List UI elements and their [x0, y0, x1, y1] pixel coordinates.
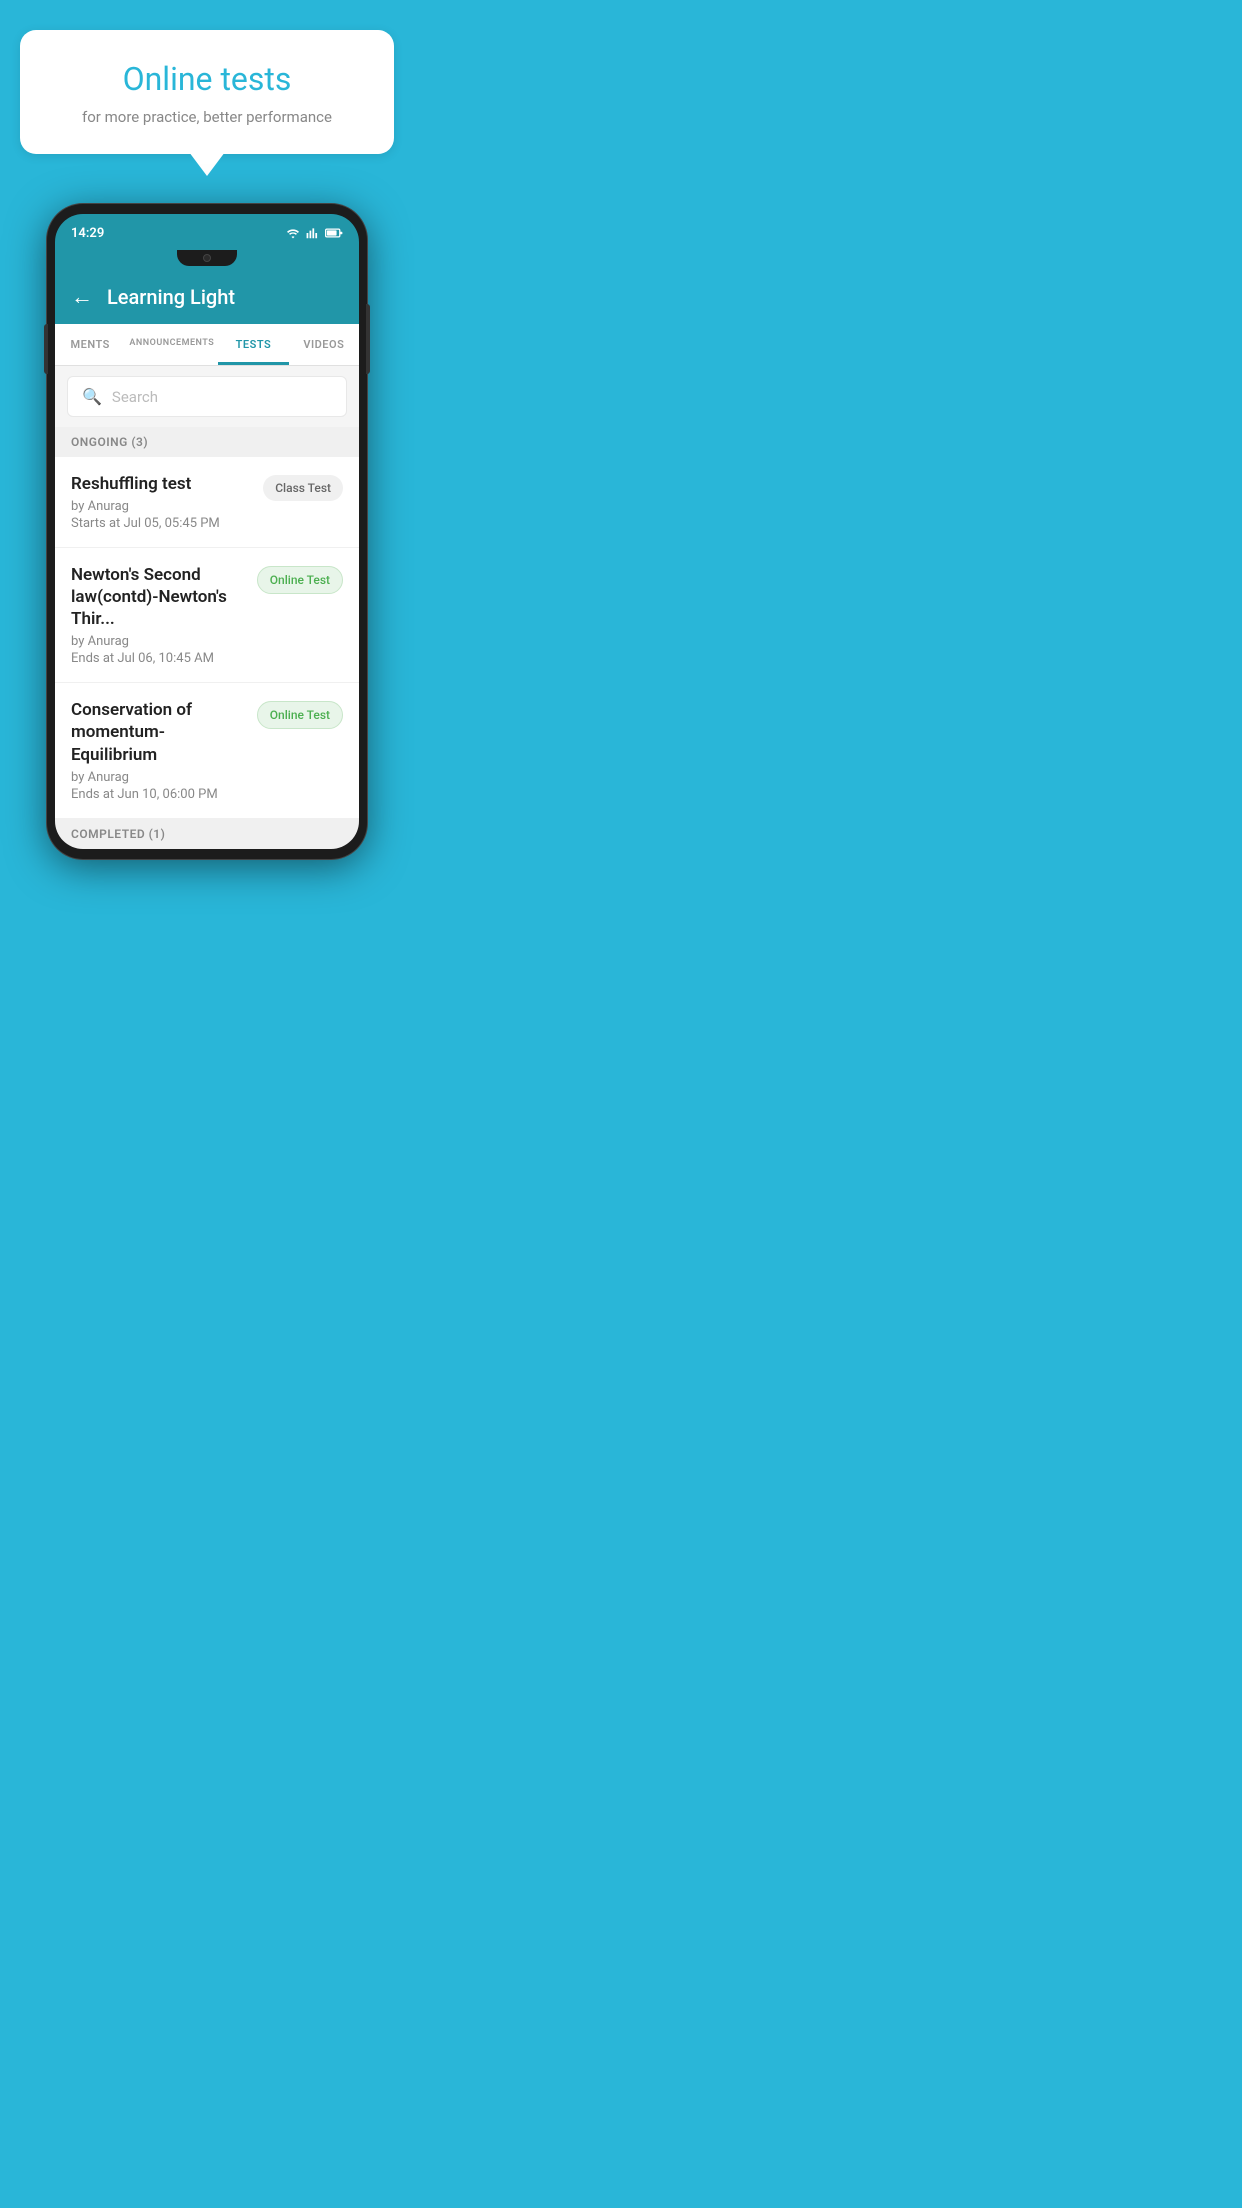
- tab-videos[interactable]: VIDEOS: [289, 324, 359, 365]
- tab-tests[interactable]: TESTS: [218, 324, 288, 365]
- tab-ments[interactable]: MENTS: [55, 324, 125, 365]
- notch-area: [55, 250, 359, 270]
- test-info-newton: Newton's Second law(contd)-Newton's Thir…: [71, 564, 247, 666]
- signal-icon: [306, 227, 320, 239]
- search-placeholder: Search: [112, 388, 158, 406]
- search-container: 🔍 Search: [55, 366, 359, 427]
- test-by-conservation: by Anurag: [71, 770, 247, 785]
- test-badge-conservation: Online Test: [257, 701, 343, 729]
- app-header: ← Learning Light: [55, 270, 359, 324]
- test-item-newton[interactable]: Newton's Second law(contd)-Newton's Thir…: [55, 548, 359, 683]
- battery-icon: [325, 227, 343, 239]
- test-title-newton: Newton's Second law(contd)-Newton's Thir…: [71, 564, 247, 630]
- camera-notch: [203, 254, 211, 262]
- test-date-conservation: Ends at Jun 10, 06:00 PM: [71, 787, 247, 802]
- search-icon: 🔍: [82, 387, 102, 406]
- ongoing-section-header: ONGOING (3): [55, 427, 359, 457]
- phone-volume-button: [44, 324, 48, 374]
- phone-mockup: 14:29: [47, 204, 367, 859]
- test-date-reshuffling: Starts at Jul 05, 05:45 PM: [71, 516, 253, 531]
- test-badge-newton: Online Test: [257, 566, 343, 594]
- tab-announcements[interactable]: ANNOUNCEMENTS: [125, 324, 218, 365]
- test-date-newton: Ends at Jul 06, 10:45 AM: [71, 651, 247, 666]
- test-info-reshuffling: Reshuffling test by Anurag Starts at Jul…: [71, 473, 253, 531]
- test-by-reshuffling: by Anurag: [71, 499, 253, 514]
- completed-section-header: COMPLETED (1): [55, 819, 359, 849]
- tabs-container: MENTS ANNOUNCEMENTS TESTS VIDEOS: [55, 324, 359, 366]
- back-button[interactable]: ←: [71, 284, 93, 310]
- test-title-reshuffling: Reshuffling test: [71, 473, 253, 495]
- test-title-conservation: Conservation of momentum-Equilibrium: [71, 699, 247, 765]
- speech-bubble-title: Online tests: [50, 60, 364, 98]
- phone-screen: 14:29: [55, 214, 359, 849]
- search-input-wrapper[interactable]: 🔍 Search: [67, 376, 347, 417]
- phone-power-button: [366, 304, 370, 374]
- test-item-reshuffling[interactable]: Reshuffling test by Anurag Starts at Jul…: [55, 457, 359, 548]
- status-time: 14:29: [71, 226, 104, 241]
- test-badge-reshuffling: Class Test: [263, 475, 343, 501]
- notch: [177, 250, 237, 266]
- test-by-newton: by Anurag: [71, 634, 247, 649]
- status-bar: 14:29: [55, 214, 359, 250]
- wifi-icon: [285, 227, 301, 239]
- speech-bubble-subtitle: for more practice, better performance: [50, 108, 364, 126]
- status-icons: [285, 227, 343, 239]
- test-item-conservation[interactable]: Conservation of momentum-Equilibrium by …: [55, 683, 359, 818]
- app-title: Learning Light: [107, 285, 235, 309]
- test-info-conservation: Conservation of momentum-Equilibrium by …: [71, 699, 247, 801]
- speech-bubble: Online tests for more practice, better p…: [20, 30, 394, 154]
